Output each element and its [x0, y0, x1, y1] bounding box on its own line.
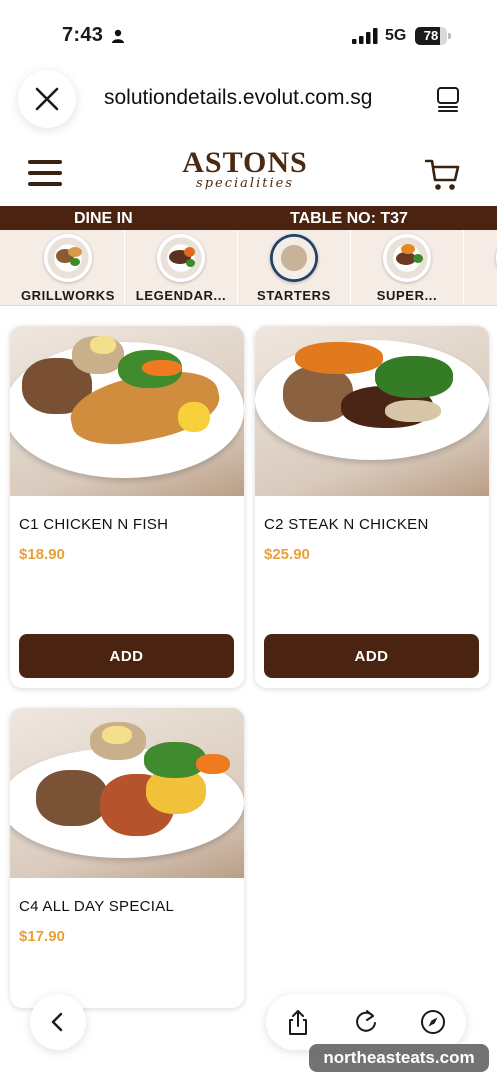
status-bar: 7:43 5G 78 — [0, 0, 497, 64]
category-label: STARTERS — [257, 288, 331, 303]
category-label: SUPER... — [376, 288, 438, 303]
product-photo — [255, 326, 489, 496]
status-time: 7:43 — [62, 24, 104, 46]
add-button[interactable]: ADD — [264, 634, 479, 678]
close-button[interactable] — [18, 70, 76, 128]
close-icon — [35, 87, 59, 111]
product-price: $18.90 — [19, 546, 65, 563]
category-legendary[interactable]: LEGENDAR... — [125, 230, 238, 305]
category-thumbnail — [157, 234, 205, 282]
product-photo — [10, 326, 244, 496]
logo-main-text: ASTONS — [182, 146, 308, 179]
person-icon — [112, 29, 124, 43]
reload-icon[interactable] — [352, 1008, 380, 1036]
product-price: $25.90 — [264, 546, 310, 563]
product-card[interactable]: C4 ALL DAY SPECIAL $17.90 — [10, 708, 244, 1008]
product-name: C1 CHICKEN N FISH — [19, 516, 169, 533]
category-super[interactable]: SUPER... — [351, 230, 464, 305]
product-name: C4 ALL DAY SPECIAL — [19, 898, 175, 915]
signal-icon — [352, 28, 378, 44]
product-photo — [10, 708, 244, 878]
category-label: GRILLWORKS — [20, 288, 116, 303]
network-type: 5G — [385, 27, 407, 44]
category-starters[interactable]: STARTERS — [238, 230, 351, 305]
battery-percent: 78 — [423, 28, 439, 43]
url-bar[interactable]: solutiondetails.evolut.com.sg — [104, 86, 372, 110]
cart-icon[interactable] — [425, 158, 461, 192]
category-thumbnail — [270, 234, 318, 282]
category-thumbnail — [383, 234, 431, 282]
category-label: B — [464, 288, 497, 303]
product-card[interactable]: C2 STEAK N CHICKEN $25.90 ADD — [255, 326, 489, 688]
category-thumbnail — [44, 234, 92, 282]
menu-icon[interactable] — [28, 160, 62, 186]
back-button[interactable] — [30, 994, 86, 1050]
dine-in-label: DINE IN — [74, 210, 133, 227]
table-banner: DINE IN TABLE NO: T37 — [0, 206, 497, 230]
watermark: northeasteats.com — [309, 1044, 489, 1072]
browser-actions — [266, 994, 466, 1050]
table-number: TABLE NO: T37 — [290, 210, 408, 227]
compass-icon[interactable] — [419, 1008, 447, 1036]
battery-icon: 78 — [415, 27, 451, 45]
category-partial[interactable]: B — [464, 230, 497, 305]
tabs-icon[interactable] — [436, 86, 460, 112]
add-button[interactable]: ADD — [19, 634, 234, 678]
share-icon[interactable] — [284, 1008, 312, 1036]
product-card[interactable]: C1 CHICKEN N FISH $18.90 ADD — [10, 326, 244, 688]
back-icon — [51, 1012, 63, 1032]
astons-logo[interactable]: ASTONS specialities — [170, 146, 320, 202]
category-grillworks[interactable]: GRILLWORKS — [12, 230, 125, 305]
category-label: LEGENDAR... — [135, 288, 227, 303]
category-strip[interactable]: GRILLWORKS LEGENDAR... STARTERS SUPER...… — [0, 230, 497, 306]
product-price: $17.90 — [19, 928, 65, 945]
product-name: C2 STEAK N CHICKEN — [264, 516, 429, 533]
